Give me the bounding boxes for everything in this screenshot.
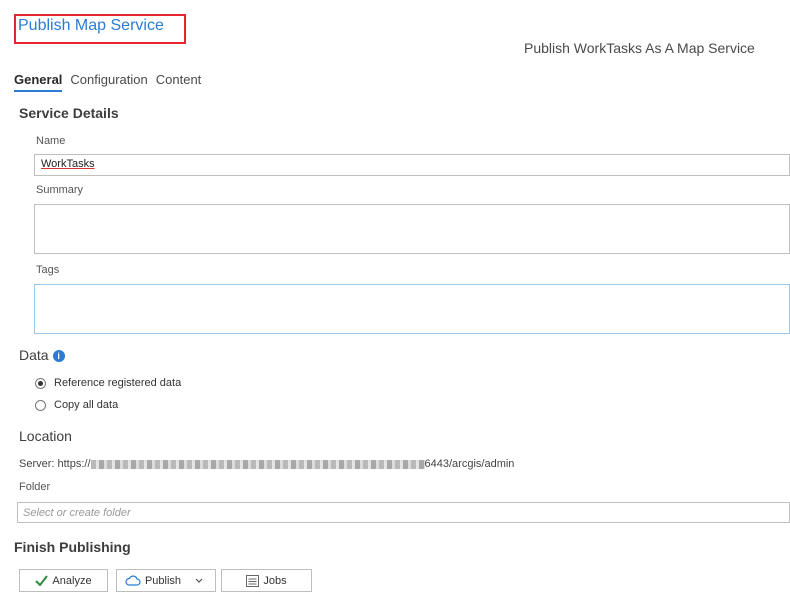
radio-button-selected[interactable] bbox=[35, 377, 46, 389]
tab-bar: General Configuration Content bbox=[14, 72, 201, 92]
chevron-down-icon[interactable] bbox=[195, 578, 203, 584]
server-suffix: 6443/arcgis/admin bbox=[424, 458, 515, 470]
tags-label: Tags bbox=[36, 264, 60, 276]
summary-label: Summary bbox=[36, 184, 84, 196]
finish-publishing-heading: Finish Publishing bbox=[14, 539, 131, 555]
pane-subtitle: Publish WorkTasks As A Map Service bbox=[524, 40, 755, 56]
name-input[interactable]: WorkTasks bbox=[34, 154, 790, 176]
radio-copy-all-data[interactable]: Copy all data bbox=[35, 399, 118, 411]
tab-general[interactable]: General bbox=[14, 72, 63, 92]
radio-button[interactable] bbox=[35, 399, 46, 411]
publish-label: Publish bbox=[144, 574, 182, 587]
tab-configuration[interactable]: Configuration bbox=[70, 72, 147, 92]
radio-reference-registered[interactable]: Reference registered data bbox=[35, 377, 181, 389]
tab-content[interactable]: Content bbox=[156, 72, 202, 92]
publish-button[interactable]: Publish bbox=[116, 569, 216, 592]
location-heading: Location bbox=[19, 428, 72, 444]
tags-input[interactable] bbox=[34, 284, 790, 334]
radio-label: Reference registered data bbox=[54, 377, 182, 389]
folder-label: Folder bbox=[19, 481, 51, 493]
data-heading-text: Data bbox=[19, 347, 49, 363]
analyze-label: Analyze bbox=[52, 574, 92, 587]
analyze-button[interactable]: Analyze bbox=[19, 569, 108, 592]
pane-title: Publish Map Service bbox=[14, 14, 186, 44]
redacted-hostname bbox=[90, 459, 425, 469]
server-url: Server: https:// 6443/arcgis/admin bbox=[19, 458, 514, 470]
radio-label: Copy all data bbox=[54, 399, 119, 411]
service-details-heading: Service Details bbox=[19, 105, 119, 121]
radio-dot bbox=[38, 380, 43, 386]
checkmark-icon bbox=[35, 575, 49, 586]
jobs-button[interactable]: Jobs bbox=[221, 569, 312, 592]
jobs-label: Jobs bbox=[263, 574, 287, 587]
summary-textarea[interactable] bbox=[34, 204, 790, 254]
info-icon[interactable]: i bbox=[52, 350, 65, 362]
name-value: WorkTasks bbox=[41, 158, 95, 170]
list-icon bbox=[246, 574, 260, 587]
name-label: Name bbox=[36, 135, 66, 147]
server-prefix: Server: https:// bbox=[19, 458, 91, 470]
folder-input[interactable] bbox=[17, 502, 790, 523]
data-heading: Data i bbox=[19, 347, 65, 363]
cloud-icon bbox=[125, 575, 141, 586]
